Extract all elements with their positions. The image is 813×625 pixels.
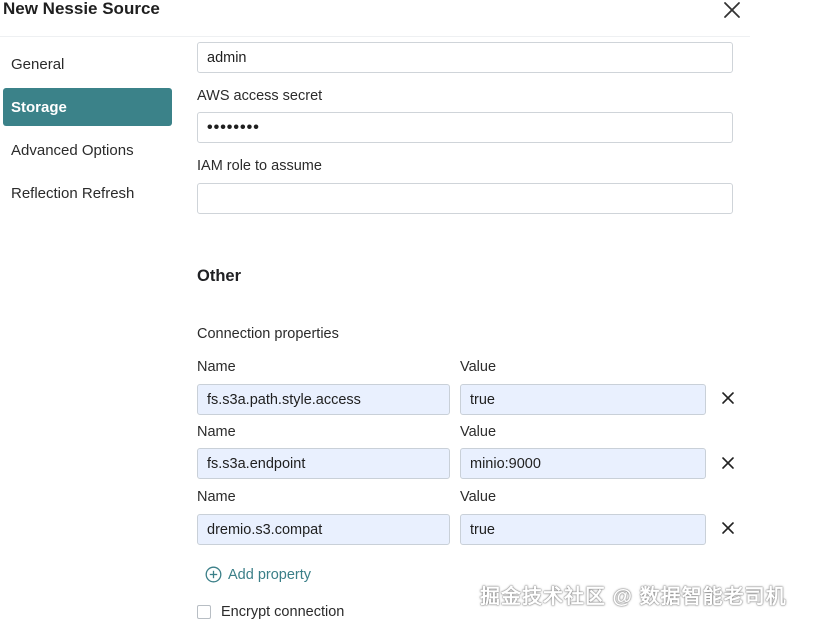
sidebar-item-general[interactable]: General — [3, 45, 172, 83]
aws-access-secret-label: AWS access secret — [197, 88, 323, 104]
watermark: 掘金技术社区 @ 数据智能老司机 — [480, 586, 787, 608]
add-property-button[interactable]: Add property — [205, 566, 311, 583]
encrypt-connection-checkbox[interactable] — [197, 605, 211, 619]
property-name-label: Name — [197, 424, 236, 440]
other-section-title: Other — [197, 267, 242, 285]
sidebar-item-advanced-options[interactable]: Advanced Options — [3, 131, 172, 169]
property-name-input[interactable]: fs.s3a.path.style.access — [197, 384, 450, 415]
property-name-input[interactable]: fs.s3a.endpoint — [197, 448, 450, 479]
property-value-label: Value — [460, 424, 497, 440]
remove-icon[interactable] — [720, 520, 736, 536]
iam-role-label: IAM role to assume — [197, 158, 322, 174]
close-icon[interactable] — [722, 0, 742, 20]
property-value-input[interactable]: true — [460, 384, 706, 415]
property-name-label: Name — [197, 359, 236, 375]
property-name-input[interactable]: dremio.s3.compat — [197, 514, 450, 545]
property-value-input[interactable]: true — [460, 514, 706, 545]
property-value-label: Value — [460, 489, 497, 505]
encrypt-connection-label: Encrypt connection — [221, 604, 345, 620]
header-divider — [0, 36, 750, 37]
property-name-label: Name — [197, 489, 236, 505]
dialog-title: New Nessie Source — [3, 0, 160, 18]
aws-access-secret-input[interactable]: •••••••• — [197, 112, 733, 143]
property-value-input[interactable]: minio:9000 — [460, 448, 706, 479]
sidebar-item-reflection-refresh[interactable]: Reflection Refresh — [3, 174, 172, 212]
iam-role-input[interactable] — [197, 183, 733, 214]
aws-access-key-input[interactable]: admin — [197, 42, 733, 73]
add-property-label: Add property — [228, 566, 312, 583]
connection-properties-label: Connection properties — [197, 326, 339, 342]
property-value-label: Value — [460, 359, 497, 375]
remove-icon[interactable] — [720, 390, 736, 406]
sidebar-item-storage[interactable]: Storage — [3, 88, 172, 126]
plus-circle-icon — [205, 566, 222, 583]
remove-icon[interactable] — [720, 455, 736, 471]
